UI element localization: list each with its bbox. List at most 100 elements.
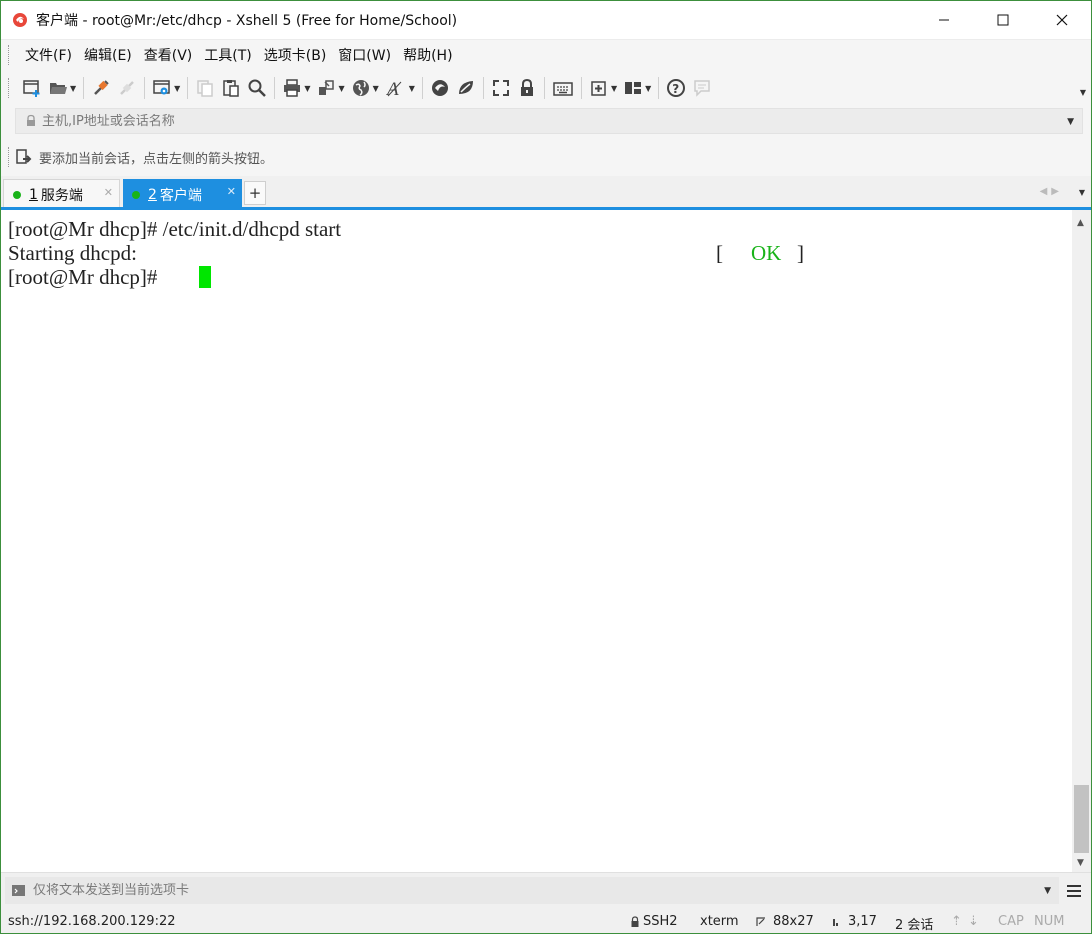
chat-icon	[694, 80, 710, 97]
chevron-down-icon: ▼	[338, 83, 345, 93]
lock-icon	[631, 916, 639, 927]
menu-grip[interactable]	[8, 45, 11, 65]
layout-button[interactable]: ▼	[620, 74, 654, 102]
menu-edit[interactable]: 编辑(E)	[78, 45, 138, 65]
find-button[interactable]	[244, 74, 270, 102]
cursor-position-icon	[833, 919, 838, 926]
menu-tabs[interactable]: 选项卡(B)	[258, 45, 333, 65]
address-box: ▼	[15, 108, 1083, 134]
menu-tools[interactable]: 工具(T)	[198, 45, 257, 65]
tab-client[interactable]: 2 客户端 ✕	[123, 179, 242, 210]
font-button[interactable]: A ▼	[382, 74, 418, 102]
chevron-down-icon: ▼	[372, 83, 379, 93]
compose-terminal-icon	[12, 884, 25, 896]
compose-box: ▼	[5, 877, 1059, 904]
paste-button[interactable]	[218, 74, 244, 102]
scroll-down-icon[interactable]: ▼	[1077, 858, 1084, 868]
tab-number: 2	[148, 186, 157, 203]
toolbar-grip[interactable]	[8, 78, 11, 98]
terminal-line: [root@Mr dhcp]# /etc/init.d/dhcpd start	[8, 217, 342, 241]
chevron-down-icon: ▼	[70, 83, 77, 93]
close-button[interactable]	[1032, 1, 1091, 39]
chevron-down-icon: ▼	[610, 83, 618, 93]
tab-server[interactable]: 1 服务端 ✕	[3, 179, 120, 210]
fullscreen-icon	[492, 80, 509, 96]
minimize-button[interactable]	[914, 1, 973, 39]
tab-close-icon[interactable]: ✕	[227, 185, 236, 198]
lock-icon	[520, 78, 533, 96]
open-session-button[interactable]: ▼	[45, 74, 79, 102]
menu-window[interactable]: 窗口(W)	[332, 45, 397, 65]
host-address-input[interactable]	[42, 113, 1042, 129]
scrollbar-thumb[interactable]	[1074, 785, 1089, 853]
status-bar: ssh://192.168.200.129:22 SSH2 xterm 88x2…	[1, 908, 1091, 933]
num-lock-indicator: NUM	[1034, 914, 1065, 929]
fullscreen-button[interactable]	[488, 74, 514, 102]
menu-icon[interactable]	[1065, 882, 1083, 900]
help-button[interactable]: ?	[663, 74, 689, 102]
window-title: 客户端 - root@Mr:/etc/dhcp - Xshell 5 (Free…	[36, 13, 458, 29]
disconnect-button[interactable]	[114, 74, 140, 102]
font-icon: A	[385, 79, 402, 98]
new-tab-button[interactable]: ▼	[586, 74, 620, 102]
address-dropdown-icon[interactable]: ▼	[1067, 117, 1074, 127]
close-icon	[1056, 14, 1067, 26]
menu-file[interactable]: 文件(F)	[19, 45, 78, 65]
transfer-icon	[319, 80, 335, 95]
new-session-icon	[23, 80, 40, 97]
download-arrow-icon: ⇣	[968, 914, 979, 929]
print-button[interactable]: ▼	[279, 74, 313, 102]
terminal-size: 88x27	[773, 914, 814, 929]
toolbar-separator	[482, 77, 484, 99]
keyboard-button[interactable]	[549, 74, 577, 102]
connection-address: ssh://192.168.200.129:22	[8, 914, 176, 929]
session-count: 2 会话	[895, 918, 934, 933]
terminal-scrollbar[interactable]: ▲ ▼	[1072, 210, 1091, 872]
globe-icon	[352, 80, 369, 96]
xshell-window: 客户端 - root@Mr:/etc/dhcp - Xshell 5 (Free…	[0, 0, 1092, 934]
svg-text:?: ?	[672, 82, 679, 96]
toolbar-overflow-icon[interactable]: ▼	[1080, 88, 1086, 97]
copy-button[interactable]	[192, 74, 218, 102]
session-properties-button[interactable]: ▼	[149, 74, 183, 102]
compose-input[interactable]	[33, 883, 1013, 898]
tab-list-dropdown-icon[interactable]: ▼	[1079, 188, 1085, 197]
add-session-arrow-icon[interactable]	[15, 148, 33, 166]
keyboard-icon	[553, 82, 573, 96]
chevron-down-icon: ▼	[408, 83, 415, 93]
xshell-button[interactable]	[427, 74, 453, 102]
chat-button[interactable]	[689, 74, 715, 102]
xshell-swirl-icon	[431, 80, 448, 96]
encoding-button[interactable]: ▼	[348, 74, 382, 102]
tab-close-icon[interactable]: ✕	[104, 186, 113, 199]
scroll-up-icon[interactable]: ▲	[1077, 218, 1084, 228]
terminal-output[interactable]: [root@Mr dhcp]# /etc/init.d/dhcpd start …	[1, 210, 1072, 872]
new-session-button[interactable]	[19, 74, 45, 102]
transfer-button[interactable]: ▼	[313, 74, 347, 102]
hint-grip	[8, 147, 11, 167]
ok-bracket-close: ]	[797, 241, 804, 265]
toolbar-separator	[543, 77, 545, 99]
tab-status-dot	[13, 191, 21, 199]
compose-dropdown-icon[interactable]: ▼	[1044, 886, 1051, 896]
connect-button[interactable]	[88, 74, 114, 102]
add-tab-button[interactable]: +	[244, 181, 266, 205]
caps-lock-indicator: CAP	[998, 914, 1024, 929]
tab-status-dot	[132, 190, 140, 199]
help-icon: ?	[667, 79, 686, 97]
xftp-button[interactable]	[453, 74, 479, 102]
menu-view[interactable]: 查看(V)	[138, 45, 199, 65]
paste-icon	[223, 80, 240, 97]
title-bar: 客户端 - root@Mr:/etc/dhcp - Xshell 5 (Free…	[1, 1, 1091, 39]
terminal-type: xterm	[700, 914, 739, 929]
svg-text:A: A	[385, 79, 399, 98]
menu-help[interactable]: 帮助(H)	[397, 45, 458, 65]
cursor-position: 3,17	[848, 914, 877, 929]
session-hint-bar: 要添加当前会话，点击左侧的箭头按钮。	[1, 138, 1091, 176]
xftp-leaf-icon	[458, 81, 473, 94]
chevron-down-icon: ▼	[304, 83, 311, 93]
tab-scroll-arrows-icon[interactable]: ◀▶	[1040, 186, 1063, 197]
lock-button[interactable]	[514, 74, 540, 102]
tab-bar: 1 服务端 ✕ 2 客户端 ✕ + ◀▶ ▼	[1, 176, 1091, 210]
maximize-button[interactable]	[973, 1, 1032, 39]
